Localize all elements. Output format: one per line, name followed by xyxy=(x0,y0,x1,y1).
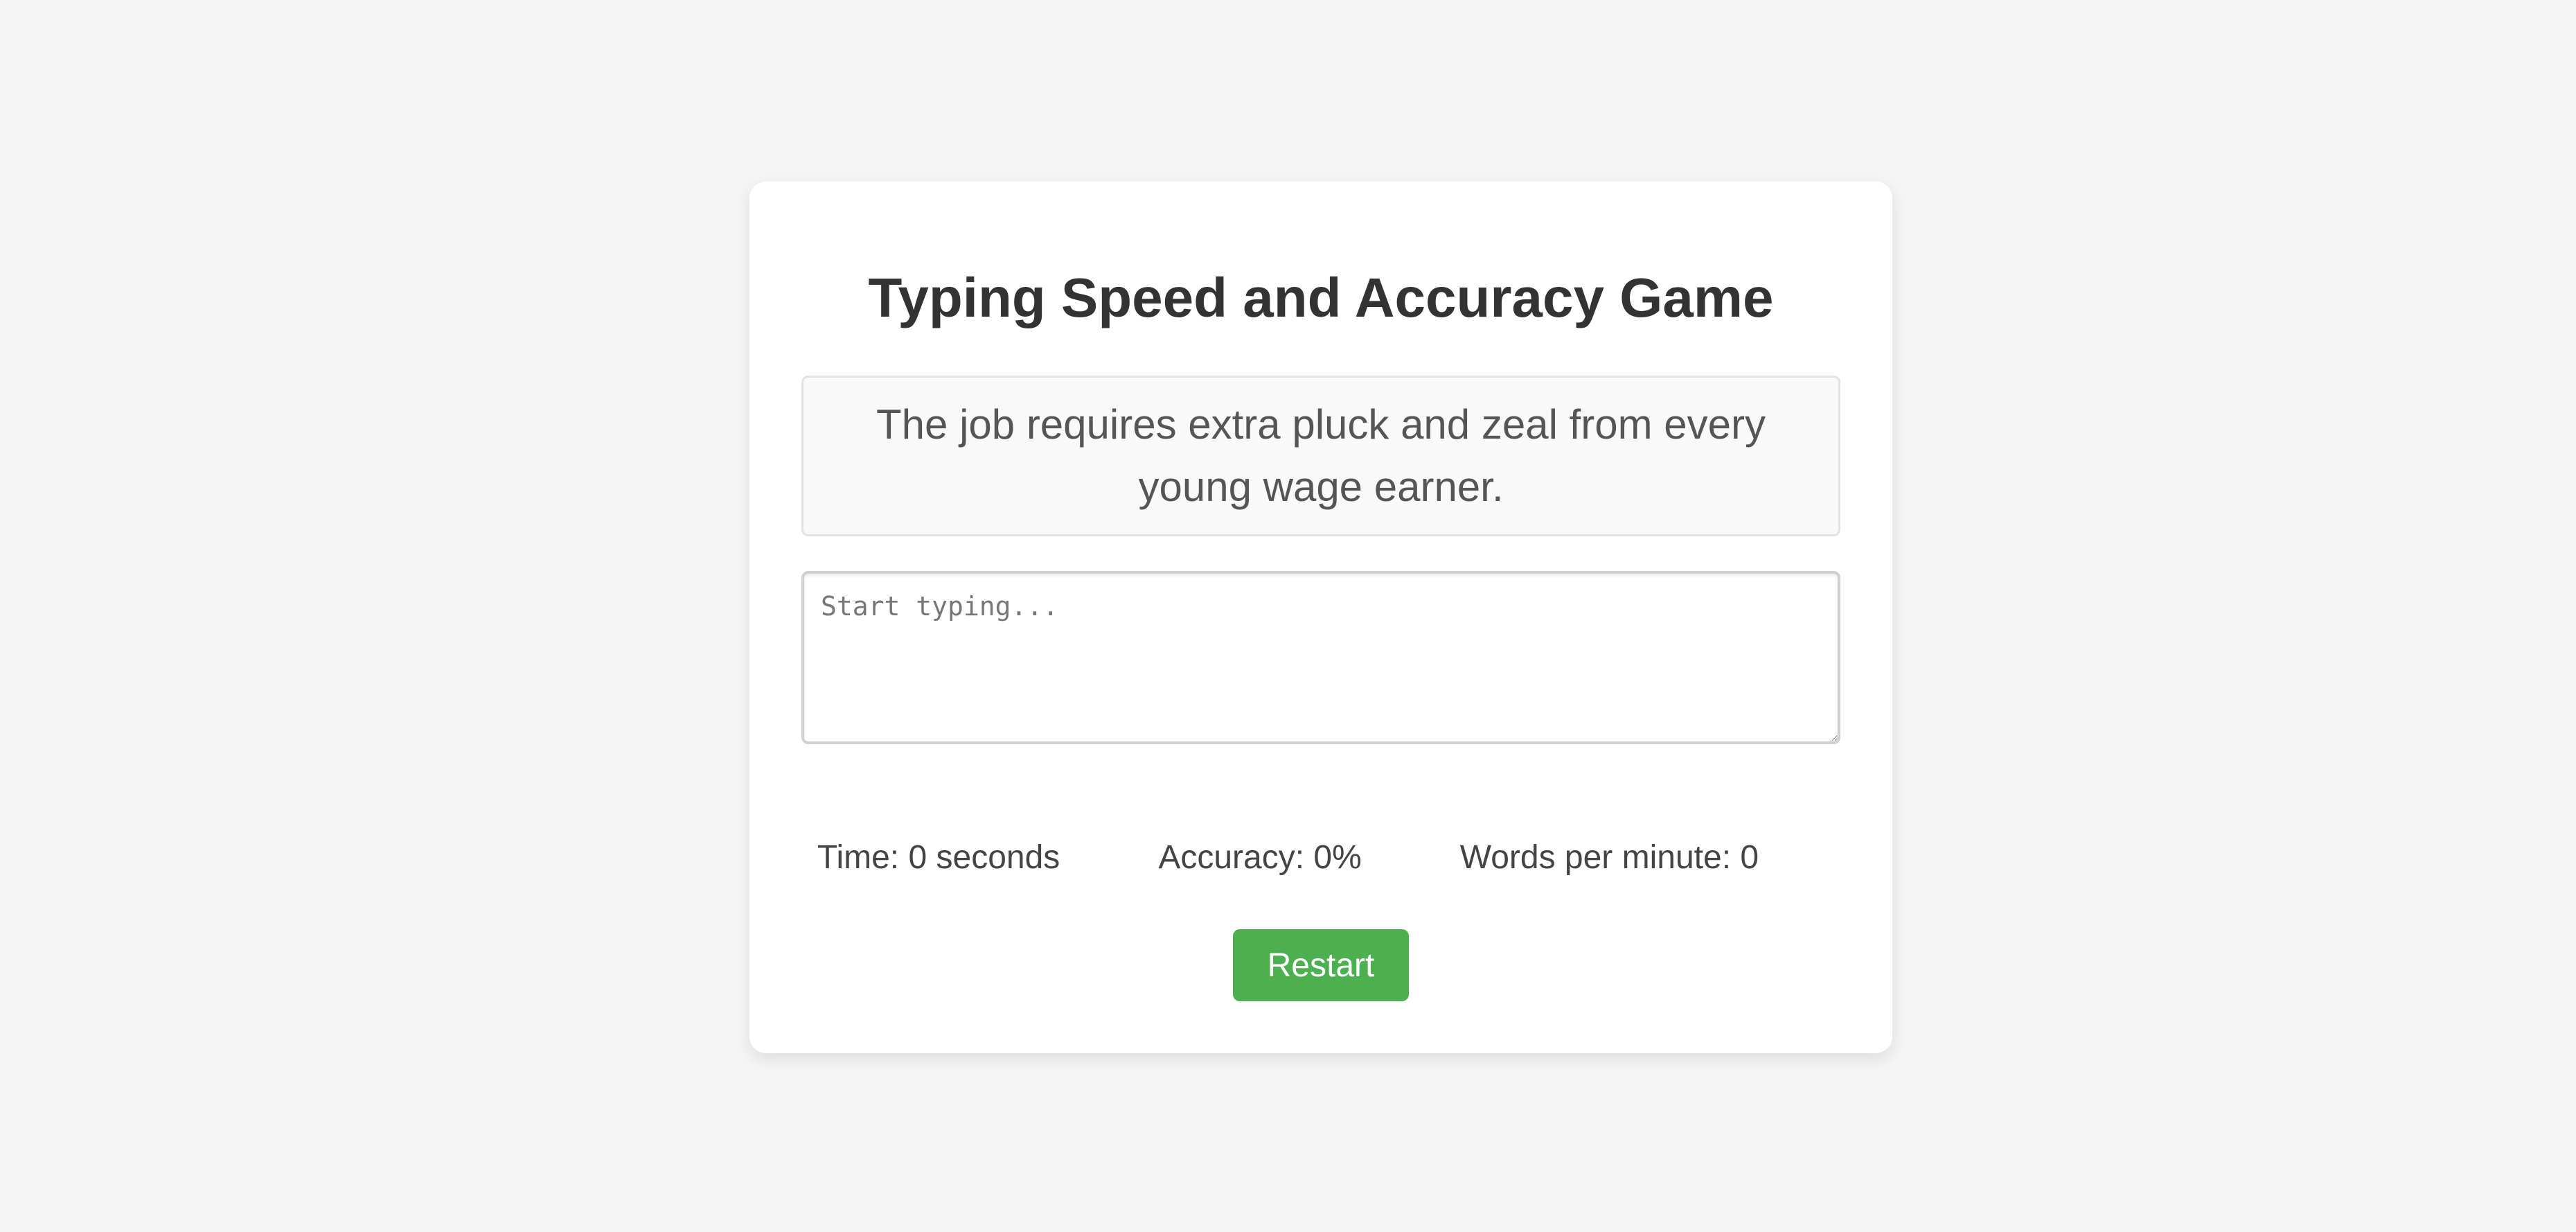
accuracy-stat: Accuracy: 0% xyxy=(1158,837,1361,879)
restart-button[interactable]: Restart xyxy=(1233,929,1409,1001)
wpm-label: Words per minute: xyxy=(1459,839,1741,876)
target-sentence-box: The job requires extra pluck and zeal fr… xyxy=(801,376,1840,536)
time-unit: seconds xyxy=(927,839,1060,876)
stats-row: Time: 0 seconds Accuracy: 0% Words per m… xyxy=(0,837,2576,879)
wpm-value: 0 xyxy=(1740,839,1759,876)
page-title: Typing Speed and Accuracy Game xyxy=(868,267,1774,328)
time-value: 0 xyxy=(908,839,927,876)
typing-input[interactable] xyxy=(801,571,1840,744)
accuracy-value: 0 xyxy=(1313,839,1333,876)
target-sentence: The job requires extra pluck and zeal fr… xyxy=(876,401,1766,510)
time-stat: Time: 0 seconds xyxy=(817,837,1060,879)
accuracy-unit: % xyxy=(1332,839,1362,876)
game-card: Typing Speed and Accuracy Game The job r… xyxy=(749,182,1892,1053)
accuracy-label: Accuracy: xyxy=(1158,839,1314,876)
wpm-stat: Words per minute: 0 xyxy=(1460,837,1759,879)
time-label: Time: xyxy=(817,839,909,876)
